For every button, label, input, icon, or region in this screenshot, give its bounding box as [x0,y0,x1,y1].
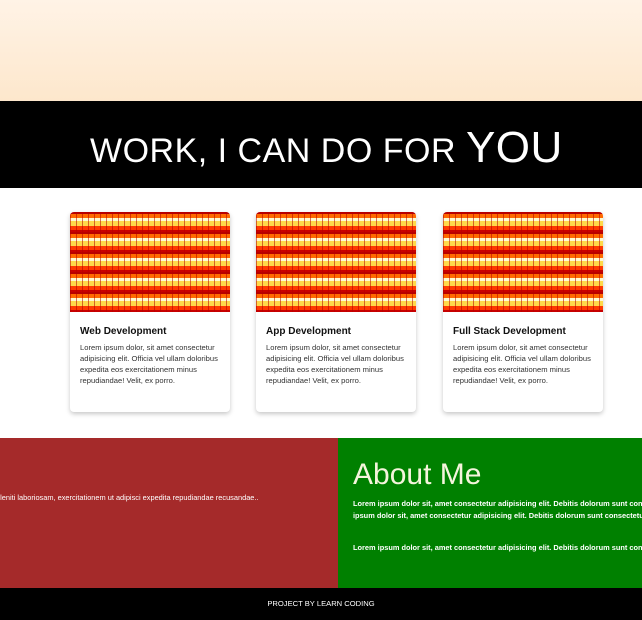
about-heading: About Me [353,458,482,491]
service-card-text: Lorem ipsum dolor, sit amet consectetur … [266,343,404,385]
about-paragraph-1: Lorem ipsum dolor sit, amet consectetur … [353,499,642,520]
banner-heading-emphasis: YOU [465,123,563,172]
service-card-image [70,212,230,312]
banner-heading: WORK, I CAN DO FOR YOU [90,123,563,173]
footer: PROJECT BY LEARN CODING [0,588,642,620]
service-card-text: Lorem ipsum dolor, sit amet consectetur … [80,343,218,385]
hero-section [0,0,642,101]
about-left-panel: eleniti laboriosam, exercitationem ut ad… [0,438,338,588]
service-card-title: App Development [266,326,352,337]
work-banner: WORK, I CAN DO FOR YOU [0,101,642,188]
about-left-text: eleniti laboriosam, exercitationem ut ad… [0,493,259,502]
service-card-image [256,212,416,312]
service-card-text: Lorem ipsum dolor, sit amet consectetur … [453,343,591,385]
about-paragraph-2: Lorem ipsum dolor sit, amet consectetur … [353,543,642,552]
service-card-app: App Development Lorem ipsum dolor, sit a… [256,212,416,412]
footer-text: PROJECT BY LEARN CODING [267,599,375,608]
service-card-title: Web Development [80,326,167,337]
banner-heading-text: WORK, I CAN DO FOR [90,132,466,170]
service-card-fullstack: Full Stack Development Lorem ipsum dolor… [443,212,603,412]
about-right-panel: About Me Lorem ipsum dolor sit, amet con… [338,438,642,588]
service-card-image [443,212,603,312]
services-section: Web Development Lorem ipsum dolor, sit a… [0,188,642,438]
service-card-web: Web Development Lorem ipsum dolor, sit a… [70,212,230,412]
service-card-title: Full Stack Development [453,326,566,337]
